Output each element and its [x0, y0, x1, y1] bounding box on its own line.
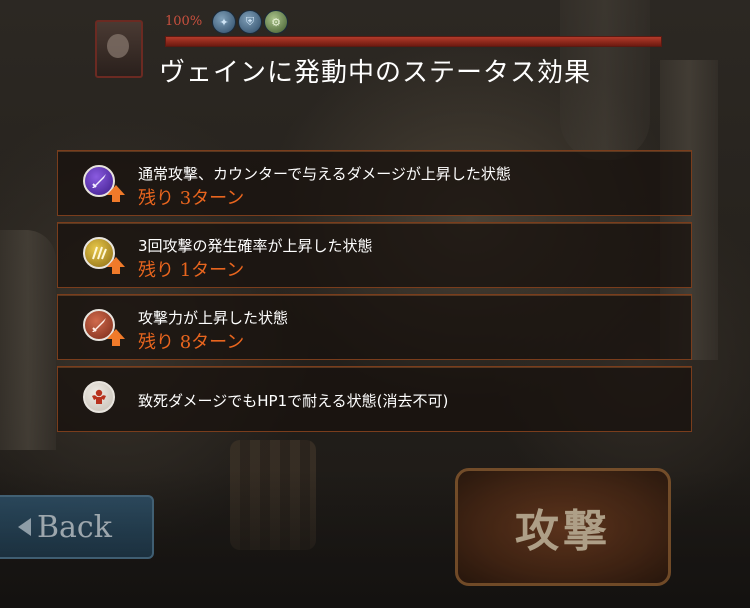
guts-icon — [83, 381, 115, 413]
back-arrow-icon — [18, 518, 31, 536]
attack-button-label: 攻撃 — [515, 506, 611, 557]
dialog-title: ヴェインに発動中のステータス効果 — [158, 58, 591, 88]
stone-pillar — [0, 230, 56, 450]
hp-percent: 100% — [165, 14, 203, 29]
status-turns-remaining: 残り 8ターン — [138, 332, 245, 353]
debuff-shield-icon[interactable]: ⛨ — [238, 10, 262, 34]
attack-button[interactable]: 攻撃 — [455, 468, 671, 586]
gear-icon[interactable]: ⚙ — [264, 10, 288, 34]
hp-bar — [165, 36, 662, 47]
status-description: 3回攻撃の発生確率が上昇した状態 — [138, 237, 373, 255]
back-button-label: Back — [37, 509, 112, 545]
debuff-shield-icon[interactable]: ✦ — [212, 10, 236, 34]
status-effect-row[interactable]: 攻撃力が上昇した状態 残り 8ターン — [57, 294, 692, 360]
status-turns-remaining: 残り 3ターン — [138, 188, 245, 209]
status-effect-row[interactable]: 3回攻撃の発生確率が上昇した状態 残り 1ターン — [57, 222, 692, 288]
back-button[interactable]: Back — [0, 495, 154, 559]
status-description: 通常攻撃、カウンターで与えるダメージが上昇した状態 — [138, 165, 511, 183]
status-effect-row[interactable]: 致死ダメージでもHP1で耐える状態(消去不可) — [57, 366, 692, 432]
status-effect-row[interactable]: 通常攻撃、カウンターで与えるダメージが上昇した状態 残り 3ターン — [57, 150, 692, 216]
status-description: 致死ダメージでもHP1で耐える状態(消去不可) — [138, 392, 449, 410]
status-effect-list: 通常攻撃、カウンターで与えるダメージが上昇した状態 残り 3ターン 3回攻撃の発… — [57, 150, 692, 438]
hp-bar-fill — [166, 37, 661, 46]
hud-status-icons: ✦ ⛨ ⚙ — [212, 10, 288, 34]
status-description: 攻撃力が上昇した状態 — [138, 309, 289, 327]
status-turns-remaining: 残り 1ターン — [138, 260, 245, 281]
